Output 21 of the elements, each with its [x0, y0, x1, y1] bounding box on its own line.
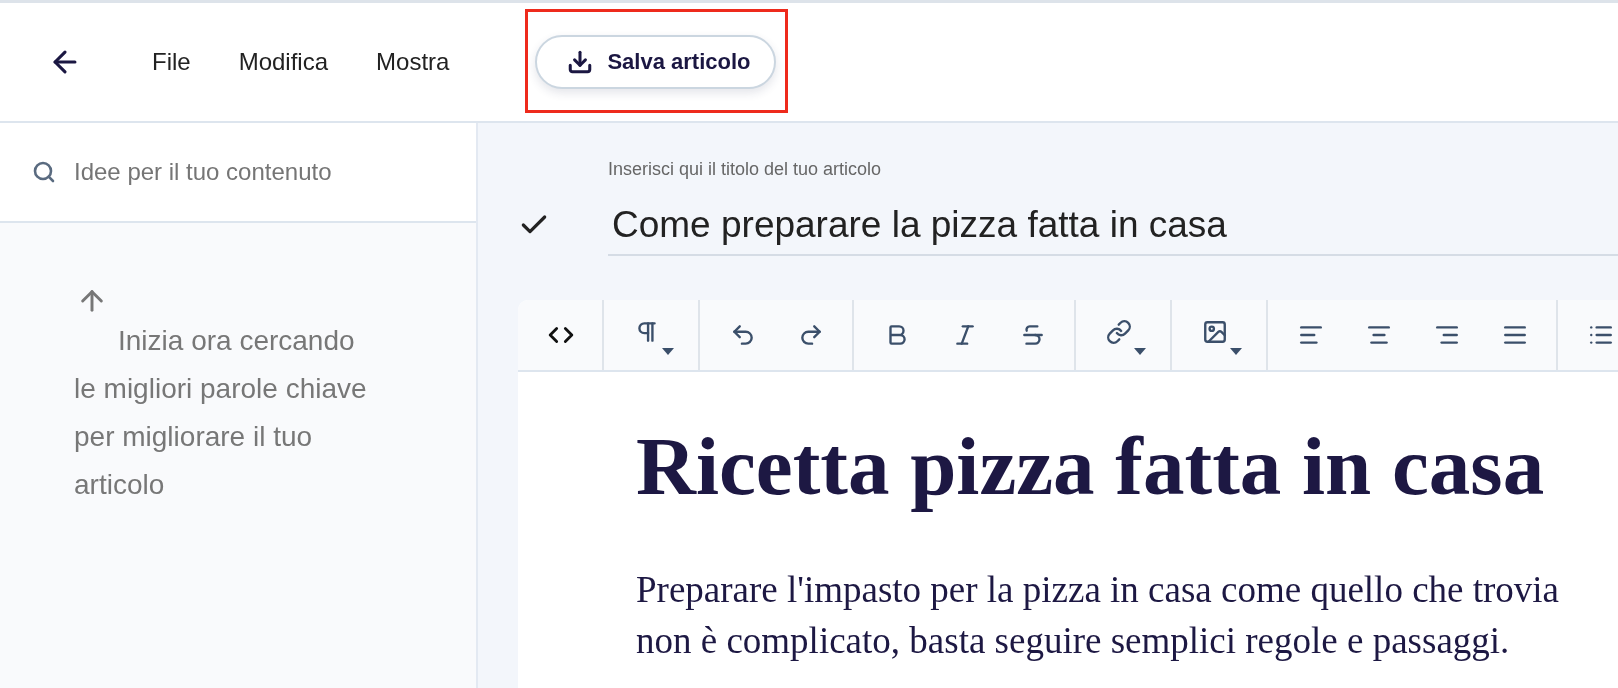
hint-text: Inizia ora cercando le migliori parole chiave per migliorare il tuo articolo [74, 324, 368, 502]
save-button[interactable]: Salva articolo [535, 35, 777, 89]
search-icon [32, 160, 56, 184]
document-heading: Ricetta pizza fatta in casa [636, 419, 1546, 514]
title-field[interactable]: Come preparare la pizza fatta in casa [608, 194, 1618, 256]
paragraph-line: non è complicato, basta seguire semplici regole e passaggi. [636, 619, 1511, 663]
paragraph-line: Preparare l'impasto per la pizza in casa come quello che trovia [636, 568, 1561, 612]
strikethrough-icon [1020, 322, 1046, 348]
download-icon [567, 49, 594, 75]
caret-icon [1134, 348, 1146, 355]
caret-icon [662, 348, 674, 355]
title-label: Inserisci qui il titolo del tuo articolo [608, 159, 883, 180]
undo-icon [730, 322, 756, 348]
redo-icon [798, 322, 824, 348]
image-icon [1202, 319, 1228, 345]
link-icon [1106, 319, 1132, 345]
menu-item[interactable]: Modifica [238, 48, 329, 76]
search-field[interactable]: Idee per il tuo contenuto [0, 123, 476, 223]
menu-item[interactable]: Mostra [376, 48, 450, 76]
caret-icon [1230, 348, 1242, 355]
menu-item[interactable]: File [152, 48, 191, 76]
